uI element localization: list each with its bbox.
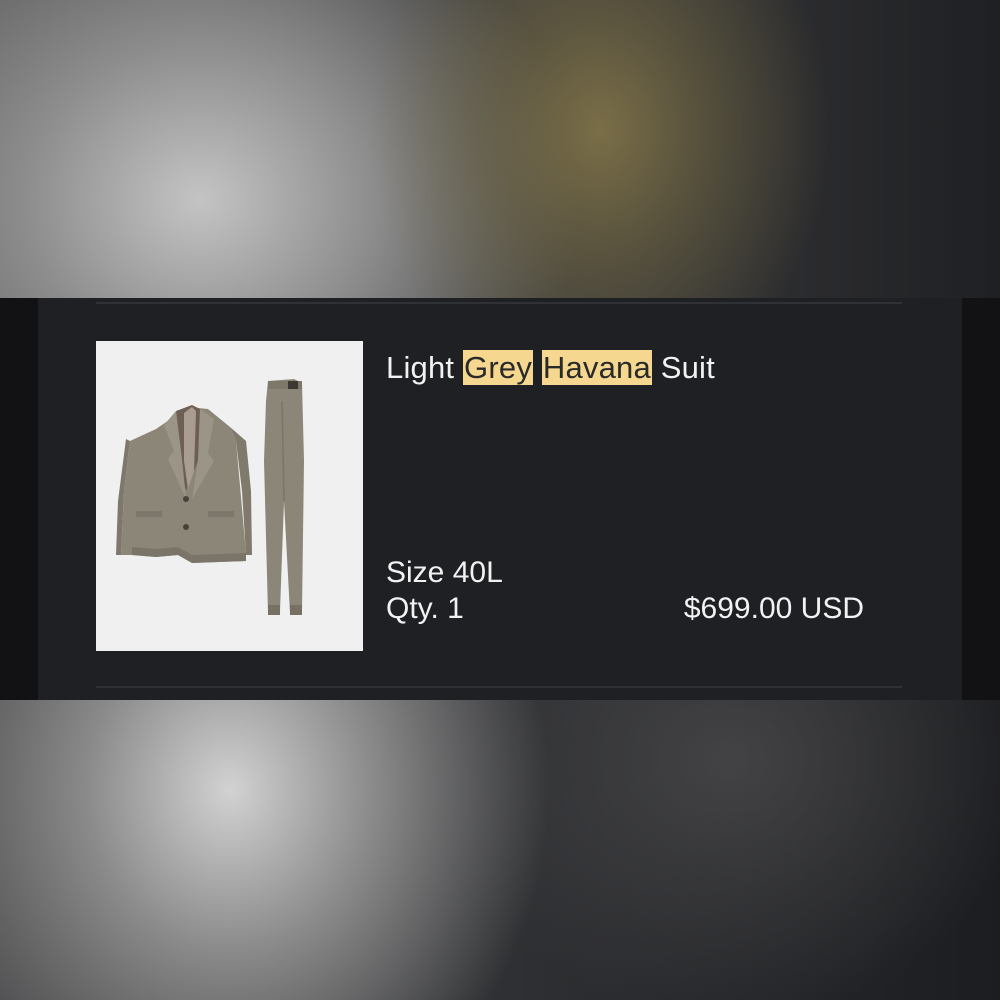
blurred-background-bottom (0, 700, 1000, 1000)
title-text-suit: Suit (651, 350, 715, 385)
divider-bottom (96, 686, 902, 688)
title-space (533, 350, 542, 385)
title-highlight-grey: Grey (463, 350, 534, 385)
product-size: Size 40L (386, 556, 503, 589)
product-image[interactable] (96, 341, 363, 651)
product-price: $699.00 USD (683, 592, 864, 625)
trousers-graphic (264, 379, 304, 615)
suit-illustration (116, 379, 304, 615)
cart-item-card: Light Grey Havana Suit Size 40L Qty. 1 $… (38, 298, 962, 700)
blurred-background-top (0, 0, 1000, 300)
product-title[interactable]: Light Grey Havana Suit (386, 350, 715, 386)
jacket-graphic (116, 405, 252, 563)
title-highlight-havana: Havana (541, 350, 652, 385)
title-text-light: Light (386, 350, 464, 385)
product-quantity: Qty. 1 (386, 592, 464, 625)
divider-top (96, 302, 902, 304)
cart-item-panel: Light Grey Havana Suit Size 40L Qty. 1 $… (0, 298, 1000, 700)
